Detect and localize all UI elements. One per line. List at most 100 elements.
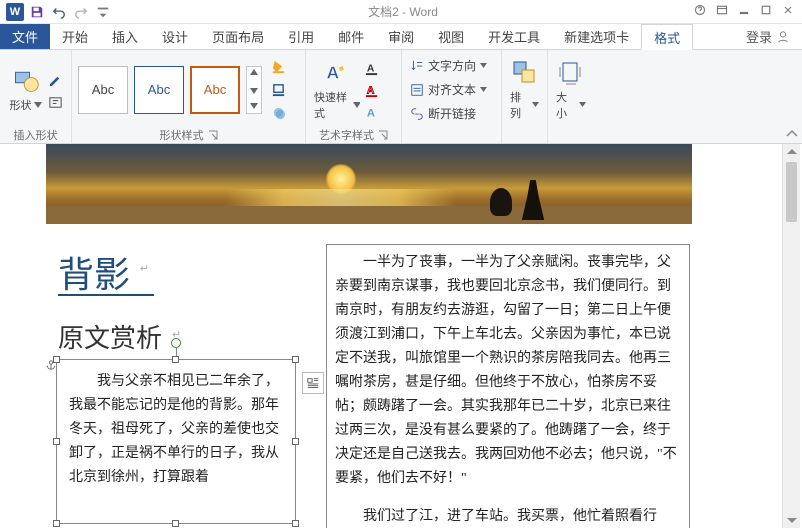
tab-home[interactable]: 开始	[50, 24, 100, 49]
help-icon[interactable]	[694, 4, 706, 19]
shapes-icon	[12, 67, 40, 95]
tab-review[interactable]: 审阅	[376, 24, 426, 49]
para-mark: ↵	[140, 262, 149, 275]
resize-handle[interactable]	[53, 520, 60, 527]
shapes-label: 形状	[10, 97, 32, 113]
qat-customize-icon[interactable]	[94, 3, 112, 21]
shape-outline-icon[interactable]	[268, 80, 288, 100]
chevron-down-icon	[579, 102, 586, 107]
align-text-button[interactable]: 对齐文本	[408, 79, 489, 101]
shape-style-2[interactable]: Abc	[134, 66, 184, 114]
svg-text:A: A	[366, 85, 374, 96]
wordart-launcher-icon[interactable]	[378, 130, 388, 140]
textbox-content[interactable]: 我与父亲不相见已二年余了，我最不能忘记的是他的背影。那年冬天，祖母死了，父亲的差…	[57, 360, 295, 500]
arrange-label: 排列	[510, 89, 530, 121]
tab-references[interactable]: 引用	[276, 24, 326, 49]
tab-login[interactable]: 登录	[734, 24, 802, 49]
heading-1[interactable]: 背影	[58, 246, 130, 298]
resize-handle[interactable]	[292, 520, 299, 527]
body-paragraph-1: 一半为了丧事，一半为了父亲赋闲。丧事完毕，父亲要到南京谋事，我也要回北京念书，我…	[335, 251, 681, 491]
tab-file[interactable]: 文件	[0, 24, 50, 49]
tab-layout[interactable]: 页面布局	[200, 24, 276, 49]
tab-insert[interactable]: 插入	[100, 24, 150, 49]
group-wordart-styles: A 快速样式 A A A 艺术字样式	[306, 50, 402, 143]
collapse-ribbon-icon[interactable]	[786, 128, 798, 143]
qat-redo-icon[interactable]	[72, 3, 90, 21]
group-insert-shapes: 形状 插入形状	[0, 50, 72, 143]
svg-text:A: A	[366, 107, 374, 119]
edit-shape-icon[interactable]	[45, 71, 65, 91]
quick-styles-button[interactable]: A 快速样式	[312, 55, 362, 125]
tab-format[interactable]: 格式	[641, 24, 693, 50]
gallery-more-button[interactable]	[246, 66, 262, 114]
quick-styles-icon: A	[323, 59, 351, 87]
group-label-wordart: 艺术字样式	[319, 127, 374, 143]
maximize-icon[interactable]	[760, 4, 772, 19]
chevron-down-icon	[532, 102, 539, 107]
align-text-icon	[410, 83, 424, 97]
shape-style-1[interactable]: Abc	[78, 66, 128, 114]
tab-mailings[interactable]: 邮件	[326, 24, 376, 49]
shape-styles-launcher-icon[interactable]	[208, 130, 218, 140]
shape-style-3[interactable]: Abc	[190, 66, 240, 114]
title-bar: W 文档2 - Word	[0, 0, 802, 24]
resize-handle[interactable]	[53, 356, 60, 363]
login-label: 登录	[746, 27, 772, 46]
group-size: 大小	[548, 50, 594, 143]
break-link-button[interactable]: 断开链接	[408, 103, 489, 125]
shape-style-gallery[interactable]: Abc Abc Abc	[78, 66, 262, 114]
arrange-button[interactable]: 排列	[508, 55, 541, 125]
resize-handle[interactable]	[172, 356, 179, 363]
draw-textbox-icon[interactable]	[45, 93, 65, 113]
resize-handle[interactable]	[53, 438, 60, 445]
heading-2[interactable]: 原文赏析	[58, 318, 162, 355]
login-dropdown-icon	[776, 30, 790, 44]
tab-newtab[interactable]: 新建选项卡	[552, 24, 641, 49]
size-button[interactable]: 大小	[554, 55, 588, 125]
qat-save-icon[interactable]	[28, 3, 46, 21]
quick-styles-label: 快速样式	[314, 89, 351, 121]
tab-design[interactable]: 设计	[150, 24, 200, 49]
text-fill-icon[interactable]: A	[362, 59, 382, 79]
group-text: 文字方向 对齐文本 断开链接	[402, 50, 502, 143]
group-arrange: 排列	[502, 50, 548, 143]
close-icon[interactable]	[782, 4, 794, 19]
ribbon-display-icon[interactable]	[716, 4, 728, 19]
qat-undo-icon[interactable]	[50, 3, 68, 21]
link-icon	[410, 107, 424, 121]
inline-picture[interactable]	[46, 144, 692, 224]
textbox-selected[interactable]: 我与父亲不相见已二年余了，我最不能忘记的是他的背影。那年冬天，祖母死了，父亲的差…	[56, 359, 296, 524]
page[interactable]: 背影 ↵ 原文赏析 ↵ 我与父亲不相见已二年余了，我最不能忘记的是他的背影。那年…	[0, 144, 782, 528]
tab-view[interactable]: 视图	[426, 24, 476, 49]
shape-effects-icon[interactable]	[268, 103, 288, 123]
scroll-up-icon[interactable]	[783, 144, 800, 160]
group-label-insert-shapes: 插入形状	[6, 127, 65, 143]
svg-text:A: A	[366, 63, 374, 74]
resize-handle[interactable]	[292, 356, 299, 363]
text-direction-icon	[410, 59, 424, 73]
scroll-thumb[interactable]	[786, 162, 797, 222]
resize-handle[interactable]	[292, 438, 299, 445]
scroll-down-icon[interactable]	[783, 512, 800, 528]
shape-fill-icon[interactable]	[268, 57, 288, 77]
layout-options-button[interactable]	[302, 372, 324, 394]
arrange-icon	[511, 59, 539, 87]
rotate-handle[interactable]	[171, 338, 181, 348]
svg-text:A: A	[327, 62, 340, 82]
chevron-down-icon	[480, 87, 487, 92]
resize-handle[interactable]	[172, 520, 179, 527]
minimize-icon[interactable]	[738, 4, 750, 19]
window-title: 文档2 - Word	[112, 3, 694, 20]
group-shape-styles: Abc Abc Abc 形状样式	[72, 50, 306, 143]
shapes-button[interactable]: 形状	[6, 63, 45, 117]
text-effects-icon[interactable]: A	[362, 103, 382, 123]
break-link-label: 断开链接	[428, 105, 476, 122]
chevron-down-icon	[34, 102, 42, 108]
tab-devtools[interactable]: 开发工具	[476, 24, 552, 49]
text-column-box[interactable]: 一半为了丧事，一半为了父亲赋闲。丧事完毕，父亲要到南京谋事，我也要回北京念书，我…	[326, 244, 690, 528]
text-outline-icon[interactable]: A	[362, 81, 382, 101]
vertical-scrollbar[interactable]	[782, 144, 800, 528]
textbox-paragraph: 我与父亲不相见已二年余了，我最不能忘记的是他的背影。那年冬天，祖母死了，父亲的差…	[69, 370, 283, 490]
document-area: 背影 ↵ 原文赏析 ↵ 我与父亲不相见已二年余了，我最不能忘记的是他的背影。那年…	[0, 144, 802, 528]
text-direction-button[interactable]: 文字方向	[408, 55, 489, 77]
